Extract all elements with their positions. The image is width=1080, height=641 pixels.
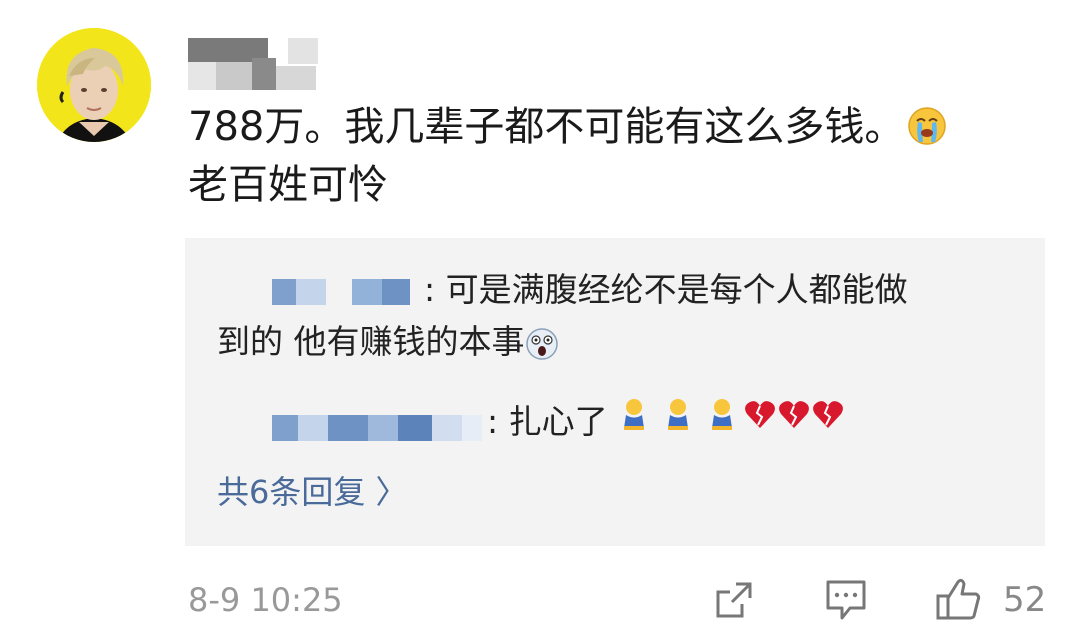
thumbs-up-icon bbox=[936, 578, 981, 620]
comment-text-line1: 788万。我几辈子都不可能有这么多钱。 bbox=[188, 104, 905, 150]
reply-item[interactable]: : 扎心了 bbox=[217, 396, 1017, 450]
reply-text-line1: : 可是满腹经纶不是每个人都能做 bbox=[424, 270, 908, 309]
like-count: 52 bbox=[1003, 580, 1047, 620]
reply-item[interactable]: : 可是满腹经纶不是每个人都能做 到的 他有赚钱的本事 bbox=[217, 264, 1017, 368]
sad-kneeling-emoji bbox=[712, 398, 733, 430]
broken-heart-emoji bbox=[745, 400, 776, 428]
reply-author-redacted[interactable] bbox=[272, 414, 487, 441]
broken-heart-emoji bbox=[779, 400, 810, 428]
more-replies-link[interactable]: 共6条回复 〉 bbox=[217, 470, 408, 514]
avatar-image bbox=[37, 28, 151, 142]
replies-panel: : 可是满腹经纶不是每个人都能做 到的 他有赚钱的本事: 扎心了 共6条回复 … bbox=[185, 238, 1045, 546]
like-button[interactable] bbox=[934, 570, 984, 630]
share-button[interactable] bbox=[712, 570, 756, 630]
comment-text-line2: 老百姓可怜 bbox=[188, 162, 388, 208]
broken-heart-emoji bbox=[813, 400, 844, 428]
reply-emoji-row bbox=[618, 395, 848, 447]
reply-author-redacted[interactable] bbox=[272, 278, 424, 305]
comment-button[interactable] bbox=[824, 570, 868, 630]
crying-emoji bbox=[906, 104, 948, 146]
reply-text: : 扎心了 bbox=[487, 402, 608, 441]
comment-line-1: 788万。我几辈子都不可能有这么多钱。 bbox=[188, 98, 1048, 156]
share-icon bbox=[716, 582, 752, 618]
scared-emoji bbox=[525, 324, 559, 360]
sad-kneeling-emoji bbox=[624, 398, 645, 430]
comment-timestamp: 8-9 10:25 bbox=[188, 581, 343, 619]
avatar[interactable] bbox=[37, 28, 151, 142]
comment-icon bbox=[826, 580, 866, 620]
sad-kneeling-emoji bbox=[668, 398, 689, 430]
reply-text-line2: 到的 他有赚钱的本事 bbox=[217, 322, 525, 361]
username-redacted[interactable] bbox=[188, 38, 328, 94]
comment-body: 788万。我几辈子都不可能有这么多钱。 老百姓可怜 bbox=[188, 98, 1048, 214]
